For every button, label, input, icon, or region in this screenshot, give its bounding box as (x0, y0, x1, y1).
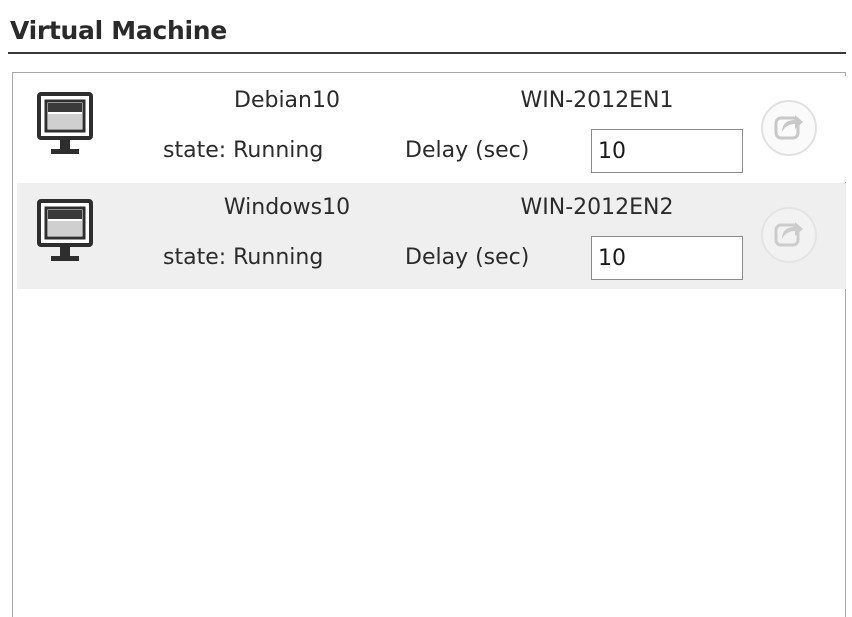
vm-host: WIN-2012EN1 (520, 88, 674, 113)
delay-input[interactable] (591, 236, 743, 280)
panel-title: Virtual Machine (10, 16, 227, 45)
panel-header: Virtual Machine (8, 14, 846, 54)
vm-list[interactable]: Debian10 WIN-2012EN1 state: Running Dela… (12, 72, 846, 617)
delay-label: Delay (sec) (405, 245, 530, 270)
vm-list-item[interactable]: Debian10 WIN-2012EN1 state: Running Dela… (17, 76, 846, 182)
vm-host: WIN-2012EN2 (520, 195, 674, 220)
vm-name: Windows10 (223, 195, 351, 220)
monitor-icon (37, 92, 93, 158)
vm-state: state: Running (163, 138, 324, 163)
connect-button[interactable] (761, 100, 817, 156)
connect-share-icon (771, 215, 807, 255)
connect-share-icon (771, 108, 807, 148)
delay-input[interactable] (591, 129, 743, 173)
vm-list-item[interactable]: Windows10 WIN-2012EN2 state: Running Del… (17, 183, 846, 289)
connect-button[interactable] (761, 207, 817, 263)
monitor-icon (37, 199, 93, 265)
vm-state: state: Running (163, 245, 324, 270)
vm-name: Debian10 (234, 88, 340, 113)
delay-label: Delay (sec) (405, 138, 530, 163)
